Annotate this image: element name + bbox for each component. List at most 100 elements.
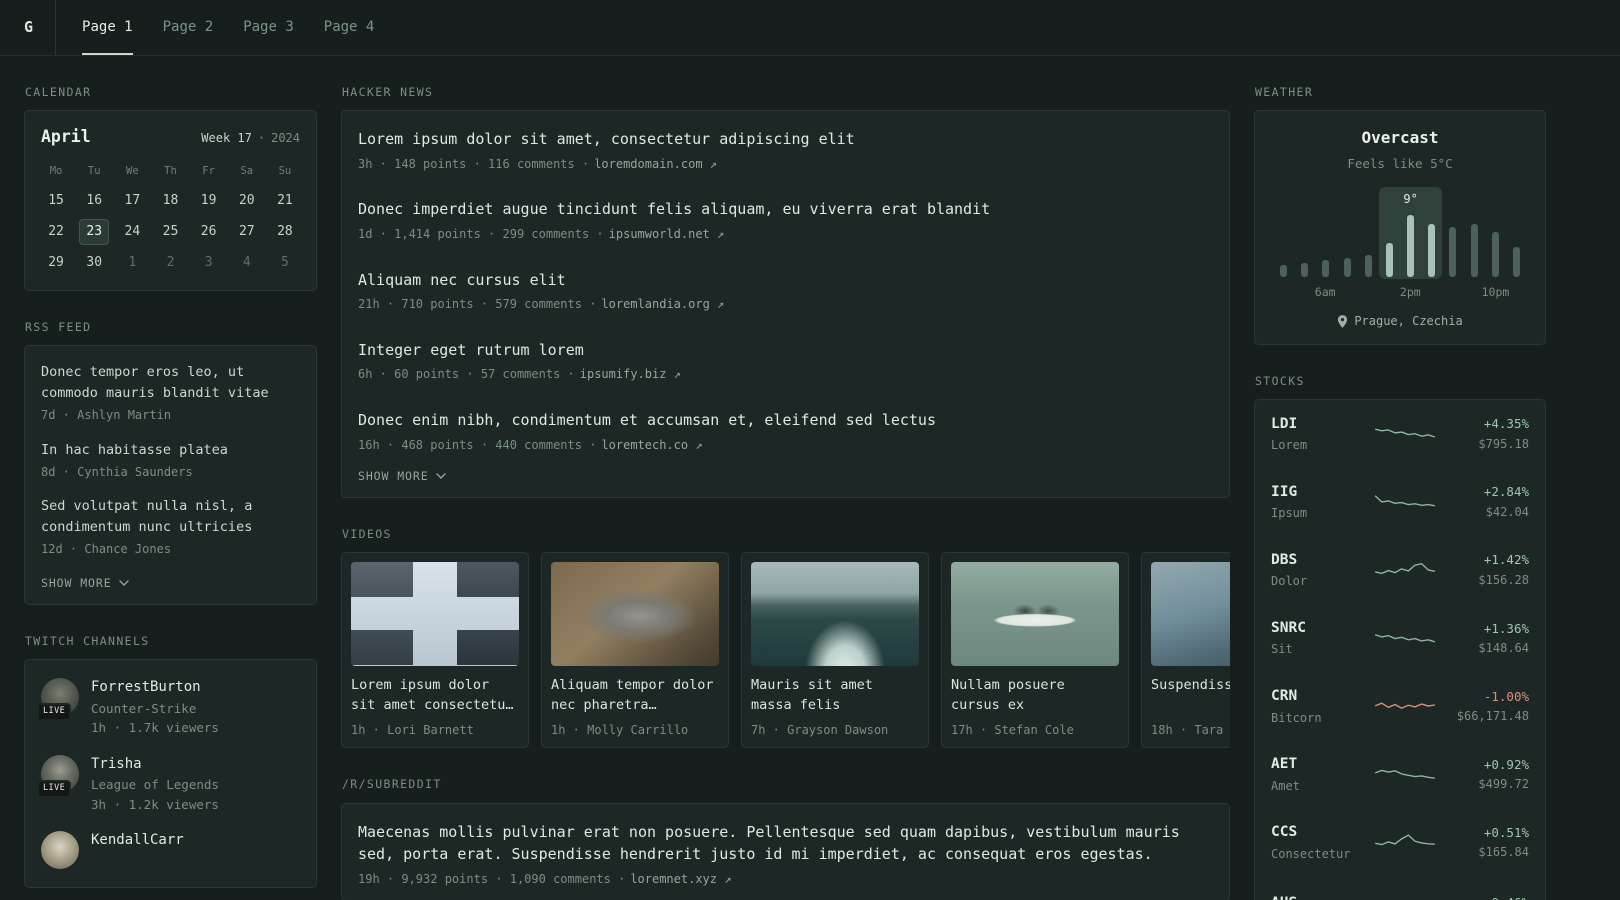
calendar-year: 2024 bbox=[271, 131, 300, 146]
section-title-twitch: TWITCH CHANNELS bbox=[25, 633, 150, 648]
rss-card: Donec tempor eros leo, ut commodo mauris… bbox=[24, 344, 317, 605]
news-title[interactable]: Aliquam nec cursus elit bbox=[358, 269, 1213, 292]
video-card[interactable]: Aliquam tempor dolor nec pharetra… 1h · … bbox=[541, 551, 729, 749]
video-card[interactable]: Nullam posuere cursus ex 17h · Stefan Co… bbox=[941, 551, 1129, 749]
channel-name[interactable]: KendallCarr bbox=[91, 831, 184, 851]
calendar-day: 29 bbox=[48, 254, 64, 270]
calendar-day: 27 bbox=[238, 223, 255, 239]
stock-row[interactable]: LDI Lorem +4.35% $795.18 bbox=[1255, 400, 1545, 468]
calendar-day-selected: 23 bbox=[79, 218, 110, 245]
stock-change: +1.36% bbox=[1483, 620, 1529, 636]
show-more-button[interactable]: SHOW MORE bbox=[342, 467, 462, 497]
stock-ticker: DBS bbox=[1271, 552, 1298, 569]
rss-item-title[interactable]: Donec tempor eros leo, ut commodo mauris… bbox=[41, 362, 300, 404]
stock-name: Amet bbox=[1271, 778, 1300, 793]
video-title[interactable]: Lorem ipsum dolor sit amet consectetu… bbox=[351, 675, 519, 715]
video-thumbnail[interactable] bbox=[351, 561, 519, 666]
twitch-channel-item[interactable]: LIVE Trisha League of Legends 3h · 1.2k … bbox=[25, 754, 316, 814]
stock-values: +0.92% $499.72 bbox=[1439, 756, 1529, 793]
weather-current-temp: 9° bbox=[1403, 191, 1418, 206]
twitch-card: LIVE ForrestBurton Counter-Strike 1h · 1… bbox=[24, 659, 317, 889]
news-meta: 3h · 148 points · 116 comments · loremdom… bbox=[358, 156, 1213, 173]
weather-location: Prague, Czechia bbox=[1271, 313, 1529, 330]
stocks-card: LDI Lorem +4.35% $795.18 IIG Ipsum +2.84… bbox=[1254, 398, 1546, 900]
rss-item-title[interactable]: In hac habitasse platea bbox=[41, 440, 300, 461]
page-tabs: Page 1 Page 2 Page 3 Page 4 bbox=[82, 0, 374, 55]
news-source-link[interactable]: ipsumify.biz ↗ bbox=[580, 367, 681, 381]
news-title[interactable]: Donec enim nibh, condimentum et accumsan… bbox=[358, 409, 1213, 432]
stock-sparkline bbox=[1374, 495, 1435, 507]
video-card[interactable]: Suspendisse diam 18h · Tara bbox=[1141, 551, 1230, 749]
chevron-down-icon bbox=[118, 580, 129, 586]
rss-item-title[interactable]: Sed volutpat nulla nisl, a condimentum n… bbox=[41, 496, 300, 538]
video-thumbnail[interactable] bbox=[751, 561, 919, 666]
news-title[interactable]: Donec imperdiet augue tincidunt felis al… bbox=[358, 198, 1213, 221]
stock-id: LDI Lorem bbox=[1271, 414, 1371, 454]
video-title[interactable]: Mauris sit amet massa felis bbox=[751, 675, 919, 715]
twitch-channel-item[interactable]: LIVE ForrestBurton Counter-Strike 1h · 1… bbox=[25, 678, 316, 737]
video-thumbnail[interactable] bbox=[1151, 561, 1230, 666]
stock-row[interactable]: AET Amet +0.92% $499.72 bbox=[1255, 740, 1545, 808]
video-card[interactable]: Mauris sit amet massa felis 7h · Grayson… bbox=[741, 551, 929, 749]
video-thumbnail[interactable] bbox=[951, 561, 1119, 666]
stock-change: -1.00% bbox=[1483, 688, 1529, 704]
news-source-link[interactable]: loremtech.co ↗ bbox=[601, 438, 702, 452]
calendar-day: 3 bbox=[204, 254, 213, 270]
channel-avatar: LIVE bbox=[37, 678, 79, 722]
rss-item-meta: 7d · Ashlyn Martin bbox=[41, 407, 172, 422]
tab-page-2[interactable]: Page 2 bbox=[163, 0, 214, 55]
channel-info: ForrestBurton Counter-Strike 1h · 1.7k v… bbox=[91, 678, 219, 737]
post-source-link[interactable]: loremnet.xyz ↗ bbox=[630, 872, 731, 886]
news-meta: 6h · 60 points · 57 comments · ipsumify.b… bbox=[358, 366, 1213, 383]
section-title-weather: WEATHER bbox=[1255, 85, 1314, 99]
stock-row[interactable]: DBS Dolor +1.42% $156.28 bbox=[1255, 536, 1545, 604]
tab-page-3[interactable]: Page 3 bbox=[243, 0, 294, 55]
stock-row[interactable]: SNRC Sit +1.36% $148.64 bbox=[1255, 604, 1545, 672]
stock-price: $795.18 bbox=[1478, 436, 1529, 451]
news-stats: 6h · 60 points · 57 comments · bbox=[358, 367, 575, 382]
stock-name: Dolor bbox=[1271, 574, 1308, 589]
video-card[interactable]: Lorem ipsum dolor sit amet consectetu… 1… bbox=[341, 551, 529, 749]
app-logo[interactable]: G bbox=[24, 17, 33, 38]
dashboard: CALENDAR April Week 17 · 2024 Mo Tu We Th Fr… bbox=[0, 56, 1620, 900]
tab-page-4[interactable]: Page 4 bbox=[324, 0, 375, 55]
calendar-widget: CALENDAR April Week 17 · 2024 Mo Tu We Th Fr… bbox=[24, 84, 317, 291]
tab-page-1[interactable]: Page 1 bbox=[82, 0, 133, 55]
stock-ticker: SNRC bbox=[1271, 620, 1306, 637]
news-title[interactable]: Lorem ipsum dolor sit amet, consectetur … bbox=[358, 128, 1213, 151]
video-title[interactable]: Aliquam tempor dolor nec pharetra… bbox=[551, 675, 719, 715]
calendar-day: 20 bbox=[238, 192, 255, 208]
news-source-link[interactable]: ipsumworld.net ↗ bbox=[609, 227, 725, 241]
stock-price: $66,171.48 bbox=[1456, 709, 1529, 724]
video-title[interactable]: Suspendisse diam bbox=[1151, 675, 1230, 715]
post-title[interactable]: Maecenas mollis pulvinar erat non posuer… bbox=[358, 821, 1213, 866]
channel-info: Trisha League of Legends 3h · 1.2k viewe… bbox=[91, 755, 219, 814]
stock-price: $156.28 bbox=[1478, 572, 1529, 587]
news-source-link[interactable]: loremdomain.com ↗ bbox=[594, 157, 717, 171]
stock-row[interactable]: CCS Consectetur +0.51% $165.84 bbox=[1255, 808, 1545, 876]
calendar-day: 25 bbox=[162, 223, 179, 239]
weather-location-label: Prague, Czechia bbox=[1354, 313, 1463, 328]
calendar-weekday-label: Mo bbox=[49, 165, 63, 178]
video-title[interactable]: Nullam posuere cursus ex bbox=[951, 675, 1119, 715]
post-stats: 19h · 9,932 points · 1,090 comments · bbox=[358, 871, 626, 886]
channel-name[interactable]: Trisha bbox=[91, 755, 219, 775]
video-thumbnail[interactable] bbox=[551, 561, 719, 666]
stock-id: AET Amet bbox=[1271, 754, 1371, 794]
stock-id: CCS Consectetur bbox=[1271, 822, 1371, 862]
stock-row[interactable]: AHS +0.46% bbox=[1255, 877, 1545, 900]
news-title[interactable]: Integer eget rutrum lorem bbox=[358, 339, 1213, 362]
stock-row[interactable]: CRN Bitcorn -1.00% $66,171.48 bbox=[1255, 672, 1545, 740]
channel-name[interactable]: ForrestBurton bbox=[91, 678, 219, 698]
stock-change: +0.51% bbox=[1483, 824, 1529, 840]
news-source-link[interactable]: loremlandia.org ↗ bbox=[601, 297, 724, 311]
twitch-channel-item[interactable]: KendallCarr bbox=[25, 831, 316, 870]
stock-price: $165.84 bbox=[1478, 845, 1529, 860]
show-more-button[interactable]: SHOW MORE bbox=[25, 574, 145, 604]
news-meta: 16h · 468 points · 440 comments · loremte… bbox=[358, 437, 1213, 454]
stock-row[interactable]: IIG Ipsum +2.84% $42.04 bbox=[1255, 468, 1545, 536]
weather-time-axis: 6am 2pm 10pm bbox=[1271, 284, 1529, 300]
stock-change: +2.84% bbox=[1483, 484, 1529, 500]
weather-hour-bar bbox=[1421, 186, 1443, 279]
calendar-weekday-label: Tu bbox=[87, 165, 101, 178]
